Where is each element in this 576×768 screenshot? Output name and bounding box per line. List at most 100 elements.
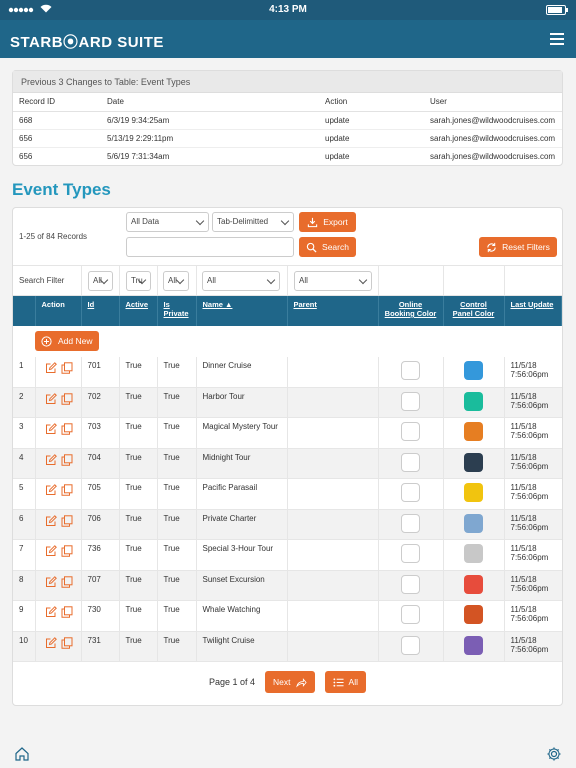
data-scope-select[interactable]: All Data <box>126 212 209 232</box>
row-last-update: 11/5/18 7:56:06pm <box>504 448 562 479</box>
panel-color-swatch[interactable] <box>464 422 483 441</box>
settings-gear-icon[interactable] <box>546 746 562 762</box>
panel-color-swatch[interactable] <box>464 635 483 655</box>
header-last-update[interactable]: Last Update <box>504 296 562 326</box>
edit-icon[interactable] <box>45 484 57 496</box>
export-button[interactable]: Export <box>299 212 356 232</box>
edit-icon[interactable] <box>45 514 57 527</box>
row-number: 5 <box>13 478 36 510</box>
header-name[interactable]: Name ▲ <box>196 296 288 326</box>
filter-private-select[interactable]: All <box>163 271 189 291</box>
copy-icon[interactable] <box>61 423 73 435</box>
reset-filters-button[interactable]: Reset Filters <box>479 237 557 257</box>
next-page-button[interactable]: Next <box>265 671 315 693</box>
row-actions <box>35 448 82 479</box>
row-private: True <box>157 600 197 632</box>
row-online-color <box>378 509 444 540</box>
edit-icon[interactable] <box>45 423 57 435</box>
changes-col-user: User <box>424 93 562 112</box>
online-color-swatch[interactable] <box>401 635 420 655</box>
copy-icon[interactable] <box>61 606 73 618</box>
row-number: 10 <box>13 631 36 662</box>
online-color-swatch[interactable] <box>401 422 420 441</box>
row-panel-color <box>443 387 505 418</box>
online-color-swatch[interactable] <box>401 360 420 380</box>
online-color-swatch[interactable] <box>401 605 420 624</box>
hamburger-menu-icon[interactable] <box>550 33 564 45</box>
row-actions <box>35 539 82 571</box>
header-online-booking-color[interactable]: Online Booking Color <box>378 296 444 326</box>
search-button[interactable]: Search <box>299 237 356 257</box>
show-all-button[interactable]: All <box>324 671 366 693</box>
edit-icon[interactable] <box>45 392 57 405</box>
edit-icon[interactable] <box>45 606 57 618</box>
app-logo[interactable]: STARB⦿ARD SUITE <box>10 31 164 52</box>
row-active: True <box>119 448 158 479</box>
search-input[interactable] <box>126 237 294 257</box>
table-row: 5 705 True True Pacific Parasail 11/5/18 7:56… <box>13 478 562 510</box>
changes-date: 6/3/19 9:34:25am <box>101 111 319 130</box>
filter-parent-select[interactable]: All <box>294 271 372 291</box>
battery-level <box>548 7 563 13</box>
changes-user: sarah.jones@wildwoodcruises.com <box>424 111 562 130</box>
filter-action-select[interactable]: All <box>88 271 113 291</box>
row-private: True <box>157 631 197 662</box>
panel-color-swatch[interactable] <box>464 360 483 380</box>
row-name: Whale Watching <box>196 600 288 632</box>
panel-color-swatch[interactable] <box>464 513 483 533</box>
event-types-table: Action Id Active Is Private Name ▲ Paren… <box>13 296 562 662</box>
row-actions <box>35 478 82 510</box>
list-icon <box>332 677 344 687</box>
copy-icon[interactable] <box>61 453 73 466</box>
filter-name-select[interactable]: All <box>202 271 280 291</box>
online-color-swatch[interactable] <box>401 513 420 533</box>
copy-icon[interactable] <box>61 514 73 527</box>
header-id[interactable]: Id <box>81 296 120 326</box>
online-color-swatch[interactable] <box>401 452 420 472</box>
online-color-swatch[interactable] <box>401 483 420 502</box>
online-color-swatch[interactable] <box>401 544 420 563</box>
panel-color-swatch[interactable] <box>464 605 483 624</box>
copy-icon[interactable] <box>61 545 73 557</box>
edit-icon[interactable] <box>45 453 57 466</box>
row-number: 4 <box>13 448 36 479</box>
panel-color-swatch[interactable] <box>464 574 483 594</box>
header-active[interactable]: Active <box>119 296 158 326</box>
edit-icon[interactable] <box>45 361 57 374</box>
copy-icon[interactable] <box>61 392 73 405</box>
header-control-panel-color[interactable]: Control Panel Color <box>443 296 505 326</box>
panel-color-swatch[interactable] <box>464 483 483 502</box>
edit-icon[interactable] <box>45 545 57 557</box>
row-actions <box>35 509 82 540</box>
header-parent[interactable]: Parent <box>287 296 379 326</box>
online-color-swatch[interactable] <box>401 574 420 594</box>
row-name: Sunset Excursion <box>196 570 288 601</box>
edit-icon[interactable] <box>45 636 57 649</box>
status-bar: 4:13 PM <box>0 0 576 20</box>
edit-icon[interactable] <box>45 575 57 588</box>
online-color-swatch[interactable] <box>401 391 420 411</box>
copy-icon[interactable] <box>61 636 73 649</box>
home-icon[interactable] <box>14 746 30 762</box>
copy-icon[interactable] <box>61 484 73 496</box>
copy-icon[interactable] <box>61 575 73 588</box>
row-panel-color <box>443 448 505 479</box>
event-types-panel: 1-25 of 84 Records All Data Tab-Delimitt… <box>12 207 563 706</box>
row-last-update: 11/5/18 7:56:06pm <box>504 570 562 601</box>
row-panel-color <box>443 570 505 601</box>
refresh-icon <box>487 242 496 252</box>
row-last-update: 11/5/18 7:56:06pm <box>504 631 562 662</box>
filter-active-select[interactable]: Tru <box>126 271 151 291</box>
panel-color-swatch[interactable] <box>464 544 483 563</box>
row-active: True <box>119 509 158 540</box>
export-format-select[interactable]: Tab-Delimitted <box>212 212 294 232</box>
row-last-update: 11/5/18 7:56:06pm <box>504 417 562 449</box>
search-icon <box>306 242 317 253</box>
panel-color-swatch[interactable] <box>464 452 483 472</box>
row-private: True <box>157 570 197 601</box>
panel-color-swatch[interactable] <box>464 391 483 411</box>
row-number: 8 <box>13 570 36 601</box>
add-new-button[interactable]: Add New <box>35 331 99 351</box>
copy-icon[interactable] <box>61 361 73 374</box>
header-is-private[interactable]: Is Private <box>157 296 197 326</box>
